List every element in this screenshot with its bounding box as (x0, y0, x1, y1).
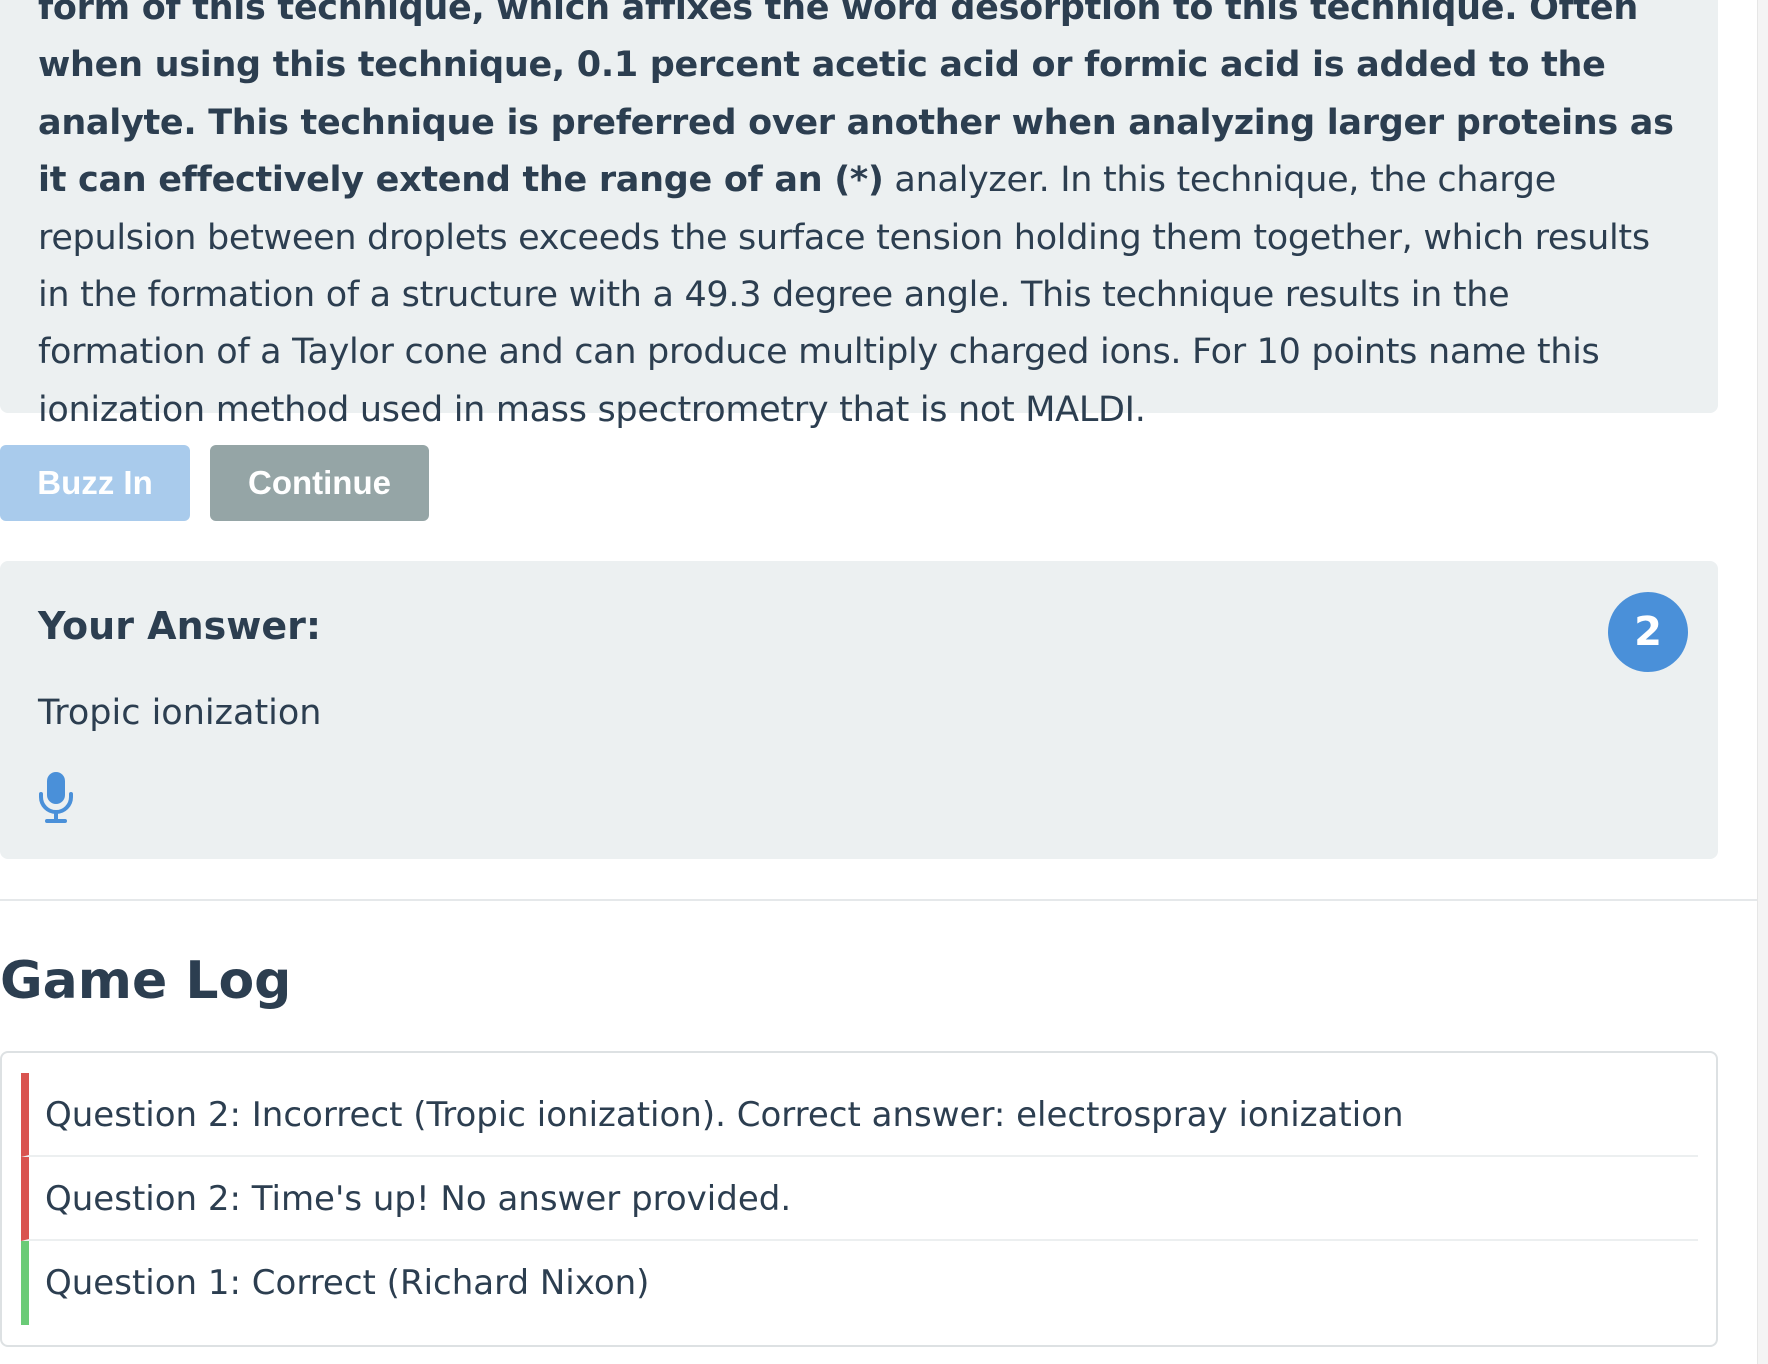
section-divider (0, 899, 1758, 901)
scrollbar[interactable] (1757, 0, 1768, 1364)
log-entry-incorrect: Question 2: Time's up! No answer provide… (21, 1157, 1698, 1241)
answer-text: Tropic ionization (38, 693, 322, 733)
page: form of this technique, which affixes th… (0, 0, 1768, 1364)
buzz-in-button[interactable]: Buzz In (0, 445, 190, 521)
microphone-icon-svg (39, 772, 73, 823)
question-number-badge: 2 (1608, 592, 1688, 672)
question-panel: form of this technique, which affixes th… (0, 0, 1718, 430)
microphone-icon[interactable] (38, 772, 74, 824)
log-entry-correct: Question 1: Correct (Richard Nixon) (21, 1241, 1698, 1325)
question-text: form of this technique, which affixes th… (38, 0, 1678, 439)
answer-panel: Your Answer: Tropic ionization 2 (0, 561, 1718, 859)
answer-heading: Your Answer: (38, 604, 322, 648)
log-entry-incorrect: Question 2: Incorrect (Tropic ionization… (21, 1073, 1698, 1157)
question-text-plain: analyzer. In this technique, the charge … (38, 160, 1650, 430)
continue-button[interactable]: Continue (210, 445, 429, 521)
game-log-panel: Question 2: Incorrect (Tropic ionization… (0, 1051, 1718, 1347)
game-log-list: Question 2: Incorrect (Tropic ionization… (21, 1073, 1698, 1325)
game-log-title: Game Log (0, 951, 292, 1011)
